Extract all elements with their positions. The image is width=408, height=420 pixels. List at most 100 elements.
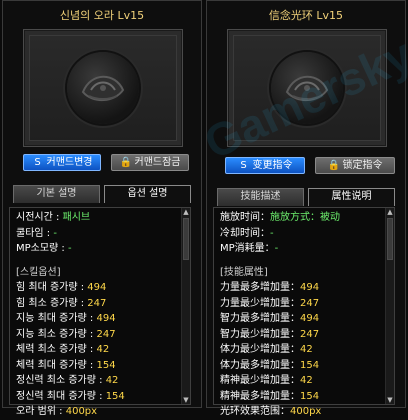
stat-line: 정신력 최소 증가량 : 42 <box>16 373 172 389</box>
stat-label: 力量最少增加量： <box>220 297 300 309</box>
mp-cost-line: MP消耗量：- <box>220 241 376 257</box>
skill-preview <box>23 29 183 147</box>
stat-value: 42 <box>105 375 119 386</box>
stat-line: 光环效果范围：400px <box>220 404 376 420</box>
cooldown-line: 쿨타임 : - <box>16 226 172 242</box>
command-change-icon: S <box>240 160 247 171</box>
change-command-button[interactable]: S 커맨드변경 <box>23 154 101 171</box>
stat-line: 体力最多增加量：154 <box>220 358 376 374</box>
stat-value: 247 <box>300 297 320 309</box>
cast-time-line: 시전시간 : 패시브 <box>16 210 172 226</box>
tab-basic-description[interactable]: 기본 설명 <box>13 185 100 203</box>
cooldown-line: 冷却时间：- <box>220 226 376 242</box>
mp-cost-label: MP消耗量： <box>220 243 275 254</box>
command-change-icon: S <box>34 157 41 168</box>
lock-icon: 🔒 <box>119 157 132 168</box>
change-command-label: 커맨드변경 <box>46 157 93 168</box>
tab-option-description[interactable]: 옵션 설명 <box>104 185 191 203</box>
scroll-down-icon[interactable]: ▼ <box>386 396 394 404</box>
cast-time-value: 패시브 <box>62 212 91 223</box>
stat-label: 체력 최대 증가량 : <box>16 359 97 371</box>
skill-details: 施放时间：施放方式：被动 冷却时间：- MP消耗量：- [技能属性] 力量最多增… <box>213 207 395 417</box>
stat-label: 지능 최대 증가량 : <box>16 313 97 324</box>
game-logo-icon <box>271 52 343 124</box>
stat-value: 494 <box>96 313 116 324</box>
stat-label: 지능 최소 증가량 : <box>16 328 97 340</box>
stat-value: 494 <box>300 313 320 324</box>
mp-cost-line: MP소모량 : - <box>16 241 172 257</box>
skill-title: 信念光环 Lv15 <box>268 9 344 22</box>
cooldown-label: 冷却时间： <box>220 227 270 239</box>
stat-label: 힘 최소 증가량 : <box>16 297 88 309</box>
scroll-up-icon[interactable]: ▲ <box>182 208 190 216</box>
stat-label: 体力最多增加量： <box>220 359 300 371</box>
lock-command-label: 锁定指令 <box>342 160 383 171</box>
stat-label: 精神最多增加量： <box>220 390 300 402</box>
stat-value: 154 <box>300 390 320 402</box>
scroll-up-icon[interactable]: ▲ <box>386 208 394 216</box>
stat-value: 42 <box>300 375 313 386</box>
lock-icon: 🔒 <box>327 160 340 171</box>
stat-value: 154 <box>300 359 320 371</box>
scroll-thumb[interactable] <box>387 218 393 260</box>
scroll-thumb[interactable] <box>183 218 189 260</box>
lock-command-label: 커맨드잠금 <box>134 157 181 168</box>
lock-command-button[interactable]: 🔒 커맨드잠금 <box>111 154 189 171</box>
cooldown-value: - <box>270 227 274 239</box>
tab-attribute-description[interactable]: 属性说明 <box>308 188 395 206</box>
stat-value: 42 <box>300 344 313 355</box>
stat-label: 智力最多增加量： <box>220 313 300 324</box>
stat-value: 247 <box>87 297 107 309</box>
stat-line: 力量最多增加量：494 <box>220 280 376 296</box>
stat-line: 정신력 최대 증가량 : 154 <box>16 389 172 405</box>
tab-skill-description[interactable]: 技能描述 <box>217 188 304 206</box>
cast-time-line: 施放时间：施放方式：被动 <box>220 210 376 226</box>
logo-mark <box>81 75 125 101</box>
stat-value: 42 <box>96 344 110 355</box>
stat-line: 精神最多增加量：154 <box>220 389 376 405</box>
stat-line: 힘 최소 증가량 : 247 <box>16 296 172 312</box>
section-title: [技能属性] <box>220 266 268 278</box>
stat-line: 体力最少增加量：42 <box>220 342 376 358</box>
scroll-down-icon[interactable]: ▼ <box>182 396 190 404</box>
cast-time-label: 시전시간 : <box>16 212 63 223</box>
cooldown-label: 쿨타임 : <box>16 227 54 239</box>
skill-details: 시전시간 : 패시브 쿨타임 : - MP소모량 : - [스킬옵션] 힘 최대… <box>9 207 191 417</box>
stat-label: 체력 최소 증가량 : <box>16 344 97 355</box>
details-scrollbar[interactable]: ▲ ▼ <box>181 208 190 404</box>
stat-value: 494 <box>300 282 320 293</box>
mp-cost-label: MP소모량 : <box>16 243 68 254</box>
stat-label: 体力最少增加量： <box>220 344 300 355</box>
stat-value: 247 <box>96 328 116 340</box>
change-command-button[interactable]: S 变更指令 <box>225 157 305 174</box>
skill-title: 신념의 오라 Lv15 <box>59 9 145 22</box>
lock-command-button[interactable]: 🔒 锁定指令 <box>315 157 395 174</box>
stat-value: 247 <box>300 328 320 340</box>
stat-label: 정신력 최소 증가량 : <box>16 375 106 386</box>
skill-panel-right: 信念光环 Lv15 S 变更指令 🔒 锁定指令 技能描述 属性说明 施放时间：施放方… <box>206 0 406 417</box>
skill-preview <box>227 29 387 147</box>
section-title: [스킬옵션] <box>16 266 61 278</box>
stat-value: 154 <box>105 390 125 402</box>
stat-label: 정신력 최대 증가량 : <box>16 390 106 402</box>
skill-panel-left: 신념의 오라 Lv15 S 커맨드변경 🔒 커맨드잠금 기본 설명 옵션 설명 시전… <box>2 0 202 417</box>
cast-time-value: 施放方式：被动 <box>270 212 340 223</box>
stat-label: 힘 최대 증가량 : <box>16 282 88 293</box>
skill-detail-lines: 시전시간 : 패시브 쿨타임 : - MP소모량 : - [스킬옵션] 힘 최대… <box>16 210 172 420</box>
stat-line: 힘 최대 증가량 : 494 <box>16 280 172 296</box>
stat-line: 체력 최소 증가량 : 42 <box>16 342 172 358</box>
stat-line: 智力最少增加量：247 <box>220 327 376 343</box>
cast-time-label: 施放时间： <box>220 212 270 223</box>
stat-label: 力量最多增加量： <box>220 282 300 293</box>
change-command-label: 变更指令 <box>252 160 293 171</box>
stat-line: 지능 최소 증가량 : 247 <box>16 327 172 343</box>
game-logo-icon <box>67 52 139 124</box>
cooldown-value: - <box>53 227 57 239</box>
skill-detail-lines: 施放时间：施放方式：被动 冷却时间：- MP消耗量：- [技能属性] 力量最多增… <box>220 210 376 420</box>
details-scrollbar[interactable]: ▲ ▼ <box>385 208 394 404</box>
logo-mark <box>285 75 329 101</box>
stat-line: 精神最少增加量：42 <box>220 373 376 389</box>
stat-line: 智力最多增加量：494 <box>220 311 376 327</box>
